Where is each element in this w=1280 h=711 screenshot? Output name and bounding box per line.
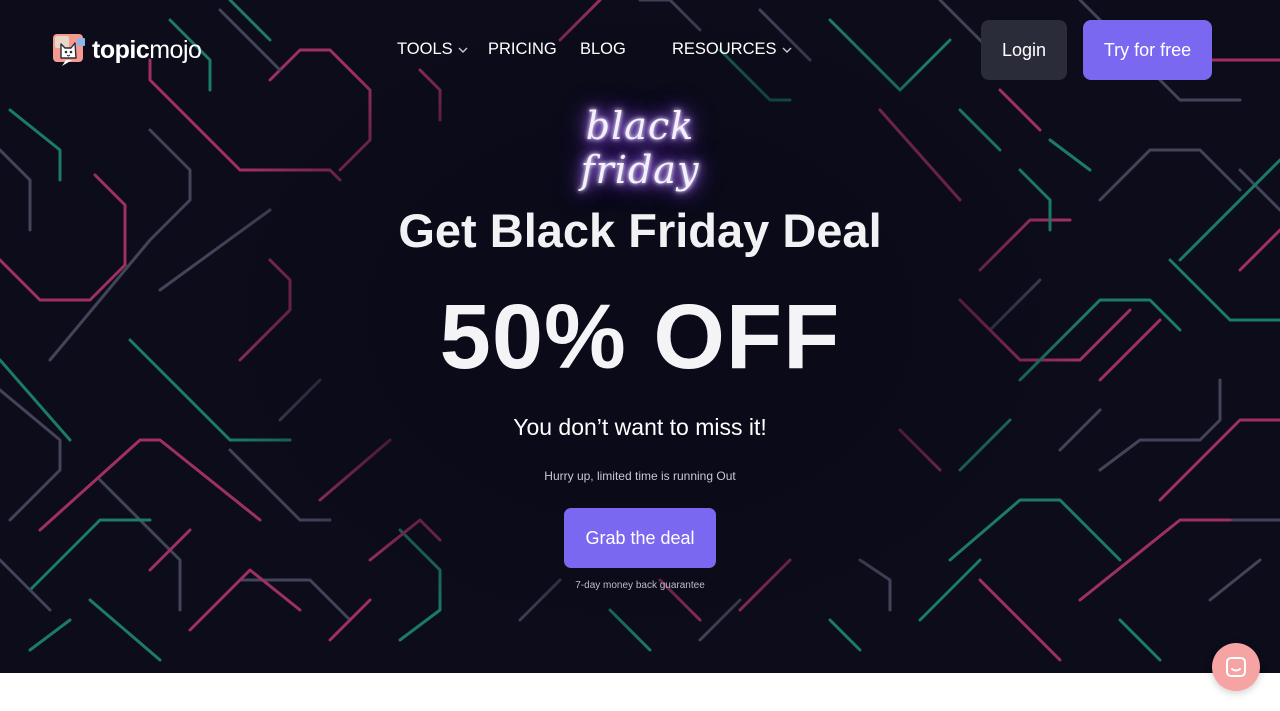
chevron-down-icon [458, 47, 468, 53]
nav-item-tools[interactable]: TOOLS [397, 40, 469, 59]
chat-icon [1226, 657, 1246, 677]
login-button[interactable]: Login [981, 20, 1067, 80]
chat-launcher-button[interactable] [1212, 643, 1260, 691]
guarantee-text: 7-day money back guarantee [575, 580, 705, 591]
nav-item-pricing-label: PRICING [488, 40, 557, 58]
black-friday-neon-text: black friday [580, 104, 700, 192]
page-title: Get Black Friday Deal [398, 204, 882, 257]
chevron-down-icon [782, 47, 792, 53]
logo-text: topicmojo [92, 36, 202, 64]
try-for-free-button[interactable]: Try for free [1083, 20, 1212, 80]
nav-item-blog[interactable]: BLOG [580, 40, 626, 59]
nav-item-pricing[interactable]: PRICING [488, 40, 557, 59]
nav-item-tools-label: TOOLS [397, 40, 453, 58]
logo[interactable]: topicmojo [52, 32, 202, 69]
nav-item-resources[interactable]: RESOURCES [672, 40, 793, 59]
urgency-text: Hurry up, limited time is running Out [544, 469, 736, 483]
nav-item-resources-label: RESOURCES [672, 40, 777, 58]
nav-item-blog-label: BLOG [580, 40, 626, 58]
subheadline: You don’t want to miss it! [513, 414, 767, 440]
cat-mascot-icon [53, 34, 85, 66]
discount-text: 50% OFF [439, 286, 841, 388]
grab-deal-button[interactable]: Grab the deal [564, 508, 716, 568]
